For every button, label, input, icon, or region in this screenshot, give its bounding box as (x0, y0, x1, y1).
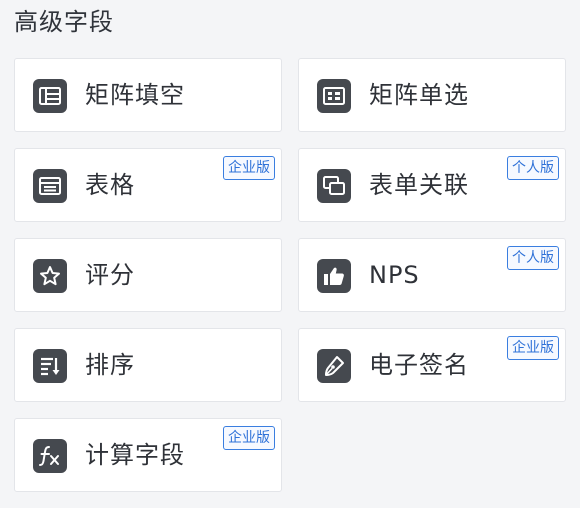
matrix-radio-icon (317, 79, 351, 113)
field-label: 表单关联 (369, 171, 469, 199)
field-label: 表格 (85, 171, 135, 199)
field-calculated[interactable]: 计算字段 企业版 (14, 418, 282, 492)
field-e-signature[interactable]: 电子签名 企业版 (298, 328, 566, 402)
edition-badge: 个人版 (507, 156, 559, 180)
field-label: 计算字段 (85, 441, 185, 469)
field-table[interactable]: 表格 企业版 (14, 148, 282, 222)
thumbs-up-icon (317, 259, 351, 293)
star-rating-icon (33, 259, 67, 293)
edition-badge: 个人版 (507, 246, 559, 270)
sort-icon (33, 349, 67, 383)
field-sort[interactable]: 排序 (14, 328, 282, 402)
field-label: 矩阵填空 (85, 81, 185, 109)
signature-pen-icon (317, 349, 351, 383)
field-matrix-fill[interactable]: 矩阵填空 (14, 58, 282, 132)
field-label: 排序 (85, 351, 135, 379)
field-matrix-radio[interactable]: 矩阵单选 (298, 58, 566, 132)
table-icon (33, 169, 67, 203)
field-label: 评分 (85, 261, 135, 289)
field-rating[interactable]: 评分 (14, 238, 282, 312)
field-label: NPS (369, 261, 420, 289)
field-label: 矩阵单选 (369, 81, 469, 109)
field-label: 电子签名 (369, 351, 469, 379)
edition-badge: 企业版 (223, 156, 275, 180)
field-nps[interactable]: NPS 个人版 (298, 238, 566, 312)
field-form-link[interactable]: 表单关联 个人版 (298, 148, 566, 222)
form-link-icon (317, 169, 351, 203)
matrix-fill-icon (33, 79, 67, 113)
formula-icon (33, 439, 67, 473)
advanced-fields-grid: 矩阵填空 矩阵单选 表格 企业版 表单关联 个人版 评分 NPS 个人版 排序 … (14, 58, 566, 492)
edition-badge: 企业版 (507, 336, 559, 360)
edition-badge: 企业版 (223, 426, 275, 450)
section-title: 高级字段 (14, 8, 114, 36)
